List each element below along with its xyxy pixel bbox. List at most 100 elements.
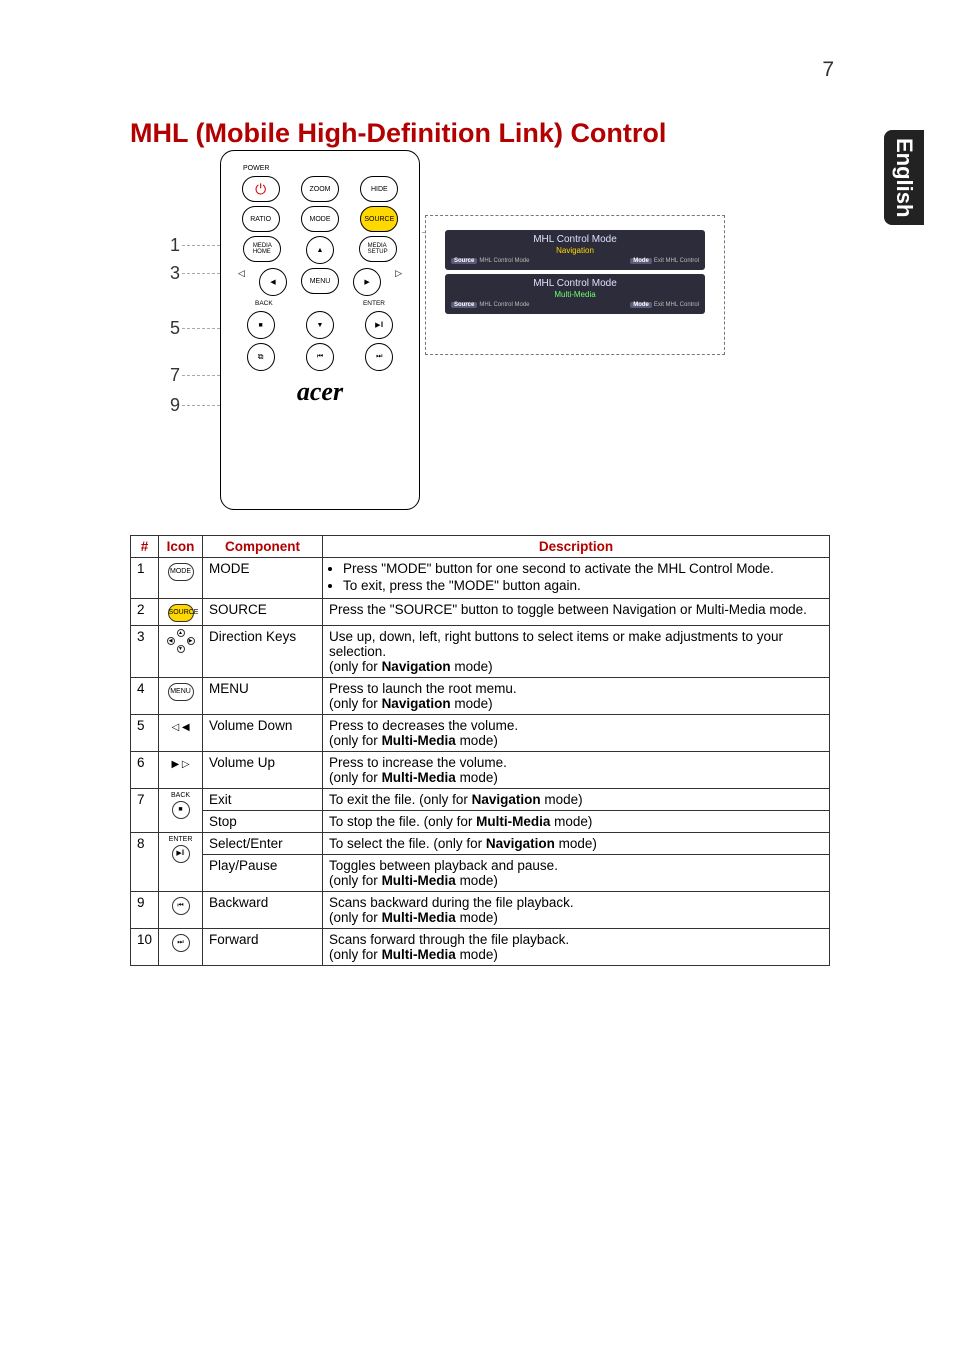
remote-diagram: 1 3 5 7 9 2 4 6 8 10 POWER ⏻ ZOOM HIDE R… (130, 150, 830, 520)
cell-icon: ▲▼◀▶ (159, 626, 203, 678)
stop-button: ■ (247, 311, 275, 339)
play-pause-icon: ▶‖ (172, 845, 190, 863)
cell-component: Stop (203, 811, 323, 833)
power-icon: ⏻ (255, 181, 266, 198)
cell-description: Press the "SOURCE" button to toggle betw… (323, 599, 830, 626)
cell-icon: MENU (159, 678, 203, 715)
callout-line (182, 405, 220, 406)
cell-num: 3 (131, 626, 159, 678)
cell-description: Press to increase the volume.(only for M… (323, 752, 830, 789)
zoom-button: ZOOM (301, 176, 339, 202)
cell-num: 7 (131, 789, 159, 833)
down-button: ▼ (306, 311, 334, 339)
hide-button: HIDE (360, 176, 398, 202)
component-table: # Icon Component Description 1 MODE MODE… (130, 535, 830, 966)
table-row: 3 ▲▼◀▶ Direction Keys Use up, down, left… (131, 626, 830, 678)
cell-icon: MODE (159, 558, 203, 599)
cell-icon: ⏮ (159, 892, 203, 929)
osd-title: MHL Control Mode (445, 278, 705, 289)
cell-num: 2 (131, 599, 159, 626)
cell-description: Toggles between playback and pause.(only… (323, 855, 830, 892)
table-row: 2 SOURCE SOURCE Press the "SOURCE" butto… (131, 599, 830, 626)
callout-9: 9 (170, 395, 180, 416)
cell-num: 1 (131, 558, 159, 599)
cell-num: 4 (131, 678, 159, 715)
table-row: 10 ⏭ Forward Scans forward through the f… (131, 929, 830, 966)
cell-num: 9 (131, 892, 159, 929)
label-power: POWER (243, 165, 409, 172)
cell-component: Backward (203, 892, 323, 929)
source-button: SOURCE (360, 206, 398, 232)
vol-up-icon: ▷ (395, 268, 402, 296)
backward-button: ⏮ (306, 343, 334, 371)
cell-component: Play/Pause (203, 855, 323, 892)
callout-3: 3 (170, 263, 180, 284)
table-row: 1 MODE MODE Press "MODE" button for one … (131, 558, 830, 599)
osd-subtitle: Navigation (445, 245, 705, 258)
forward-icon: ⏭ (172, 934, 190, 952)
table-row: 6 ▶ ▷ Volume Up Press to increase the vo… (131, 752, 830, 789)
cell-num: 6 (131, 752, 159, 789)
cell-component: Volume Up (203, 752, 323, 789)
mode-icon: MODE (168, 563, 194, 581)
table-row: 9 ⏮ Backward Scans backward during the f… (131, 892, 830, 929)
power-button: ⏻ (242, 176, 280, 202)
back-label-icon: BACK (165, 792, 196, 799)
source-icon: SOURCE (168, 604, 194, 622)
callout-line (182, 375, 220, 376)
ratio-button: RATIO (242, 206, 280, 232)
col-component: Component (203, 536, 323, 558)
forward-button: ⏭ (365, 343, 393, 371)
col-num: # (131, 536, 159, 558)
col-icon: Icon (159, 536, 203, 558)
cell-icon: ▶ ▷ (159, 752, 203, 789)
table-row: Stop To stop the file. (only for Multi-M… (131, 811, 830, 833)
osd-subtitle: Multi-Media (445, 289, 705, 302)
cell-num: 10 (131, 929, 159, 966)
cell-icon: SOURCE (159, 599, 203, 626)
label-enter: ENTER (363, 300, 385, 307)
osd-tags: SourceMHL Control ModeModeExit MHL Contr… (445, 258, 705, 266)
callout-1: 1 (170, 235, 180, 256)
table-row: 4 MENU MENU Press to launch the root mem… (131, 678, 830, 715)
cell-component: Exit (203, 789, 323, 811)
cell-component: Forward (203, 929, 323, 966)
right-button: ▶ (353, 268, 381, 296)
col-description: Description (323, 536, 830, 558)
cell-description: Use up, down, left, right buttons to sel… (323, 626, 830, 678)
cell-component: Volume Down (203, 715, 323, 752)
callout-line (182, 273, 220, 274)
section-title: MHL (Mobile High-Definition Link) Contro… (130, 118, 666, 149)
cell-description: Press "MODE" button for one second to ac… (323, 558, 830, 599)
cell-component: MENU (203, 678, 323, 715)
play-pause-button: ▶‖ (365, 311, 393, 339)
stop-icon: ■ (172, 801, 190, 819)
callout-line (182, 328, 220, 329)
table-row: 5 ◁ ◀ Volume Down Press to decreases the… (131, 715, 830, 752)
cell-icon: ⏭ (159, 929, 203, 966)
language-tab: English (884, 130, 924, 225)
page-number: 7 (822, 58, 834, 82)
cell-component: SOURCE (203, 599, 323, 626)
sd-button: ⧉ (247, 343, 275, 371)
vol-up-icon: ▶ ▷ (171, 759, 189, 770)
cell-num: 8 (131, 833, 159, 892)
table-row: 8 ENTER▶‖ Select/Enter To select the fil… (131, 833, 830, 855)
osd-panel-navigation: MHL Control Mode Navigation SourceMHL Co… (445, 230, 705, 270)
cell-icon: BACK ■ (159, 789, 203, 833)
remote-control: POWER ⏻ ZOOM HIDE RATIO MODE SOURCE MEDI… (220, 150, 420, 510)
osd-panel-multimedia: MHL Control Mode Multi-Media SourceMHL C… (445, 274, 705, 314)
callout-7: 7 (170, 365, 180, 386)
mode-button: MODE (301, 206, 339, 232)
table-header-row: # Icon Component Description (131, 536, 830, 558)
cell-description: Press to launch the root memu.(only for … (323, 678, 830, 715)
backward-icon: ⏮ (172, 897, 190, 915)
label-back: BACK (255, 300, 273, 307)
cell-description: Scans forward through the file playback.… (323, 929, 830, 966)
up-button: ▲ (306, 236, 334, 264)
vol-down-icon: ◁ (238, 268, 245, 296)
table-row: Play/Pause Toggles between playback and … (131, 855, 830, 892)
cell-description: Scans backward during the file playback.… (323, 892, 830, 929)
cell-component: Direction Keys (203, 626, 323, 678)
media-home-button: MEDIAHOME (243, 236, 281, 262)
